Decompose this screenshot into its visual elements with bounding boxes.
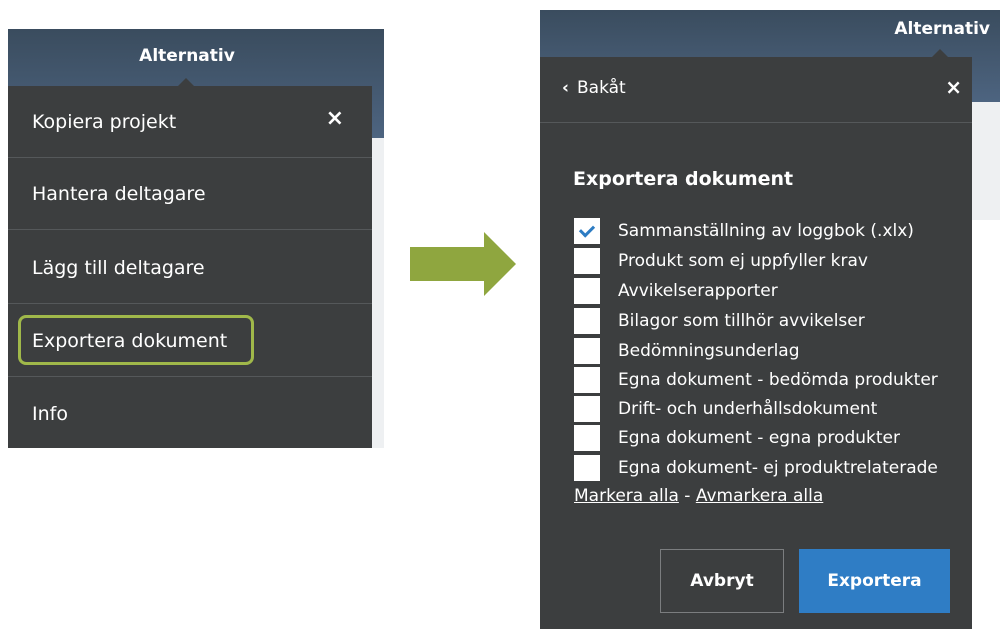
checkbox[interactable] <box>574 455 600 481</box>
left-header-title[interactable]: Alternativ <box>8 46 366 66</box>
option-row[interactable]: Egna dokument - egna produkter <box>574 425 900 451</box>
option-row[interactable]: Bedömningsunderlag <box>574 338 800 364</box>
highlight-outline <box>18 315 254 365</box>
menu-item-label: Lägg till deltagare <box>32 256 205 279</box>
close-icon[interactable]: × <box>326 108 344 130</box>
checkbox[interactable] <box>574 396 600 422</box>
right-background-strip <box>972 102 1000 220</box>
menu-item-info[interactable]: Info <box>8 378 372 450</box>
chevron-left-icon: ‹ <box>562 78 570 98</box>
option-label: Produkt som ej uppfyller krav <box>618 251 868 271</box>
menu-item-hantera-deltagare[interactable]: Hantera deltagare <box>8 158 372 230</box>
checkbox[interactable] <box>574 308 600 334</box>
checkbox[interactable] <box>574 367 600 393</box>
close-icon[interactable]: × <box>945 77 962 97</box>
cancel-button[interactable]: Avbryt <box>660 549 784 613</box>
menu-item-label: Info <box>32 403 68 425</box>
checkbox[interactable] <box>574 425 600 451</box>
back-row: ‹ Bakåt × <box>540 57 972 123</box>
arrow-right-icon-head <box>484 232 516 296</box>
option-row[interactable]: Sammanställning av loggbok (.xlx) <box>574 218 914 244</box>
checkbox-checked[interactable] <box>574 218 600 244</box>
back-label: Bakåt <box>577 78 626 98</box>
menu-item-lagg-till-deltagare[interactable]: Lägg till deltagare <box>8 232 372 304</box>
export-button[interactable]: Exportera <box>799 549 950 613</box>
checkbox[interactable] <box>574 278 600 304</box>
option-row[interactable]: Egna dokument - bedömda produkter <box>574 367 938 393</box>
option-label: Egna dokument - egna produkter <box>618 428 900 448</box>
option-row[interactable]: Produkt som ej uppfyller krav <box>574 248 868 274</box>
links-separator: - <box>678 486 696 506</box>
section-title: Exportera dokument <box>573 168 794 190</box>
menu-item-label: Kopiera projekt <box>32 110 177 133</box>
right-header-title[interactable]: Alternativ <box>894 19 990 39</box>
checkbox[interactable] <box>574 248 600 274</box>
arrow-right-icon <box>410 247 488 281</box>
option-row[interactable]: Egna dokument- ej produktrelaterade <box>574 455 938 481</box>
options-menu: Kopiera projekt × Hantera deltagare Lägg… <box>8 86 372 448</box>
left-background-strip <box>372 138 384 448</box>
menu-item-label: Hantera deltagare <box>32 182 206 205</box>
right-panel-caret <box>932 49 948 57</box>
option-label: Egna dokument - bedömda produkter <box>618 370 938 390</box>
checkmark-icon <box>578 220 596 238</box>
option-label: Bedömningsunderlag <box>618 341 800 361</box>
back-button[interactable]: ‹ Bakåt <box>562 78 626 98</box>
option-label: Egna dokument- ej produktrelaterade <box>618 458 938 478</box>
option-row[interactable]: Bilagor som tillhör avvikelser <box>574 308 865 334</box>
option-label: Sammanställning av loggbok (.xlx) <box>618 221 914 241</box>
option-row[interactable]: Avvikelserapporter <box>574 278 778 304</box>
checkbox[interactable] <box>574 338 600 364</box>
option-label: Avvikelserapporter <box>618 281 778 301</box>
select-all-link[interactable]: Markera alla <box>574 486 679 506</box>
option-label: Drift- och underhållsdokument <box>618 399 878 419</box>
deselect-all-link[interactable]: Avmarkera alla <box>696 486 823 506</box>
select-links: Markera alla - Avmarkera alla <box>574 486 823 506</box>
option-label: Bilagor som tillhör avvikelser <box>618 311 865 331</box>
menu-item-kopiera-projekt[interactable]: Kopiera projekt × <box>8 86 372 158</box>
option-row[interactable]: Drift- och underhållsdokument <box>574 396 877 422</box>
